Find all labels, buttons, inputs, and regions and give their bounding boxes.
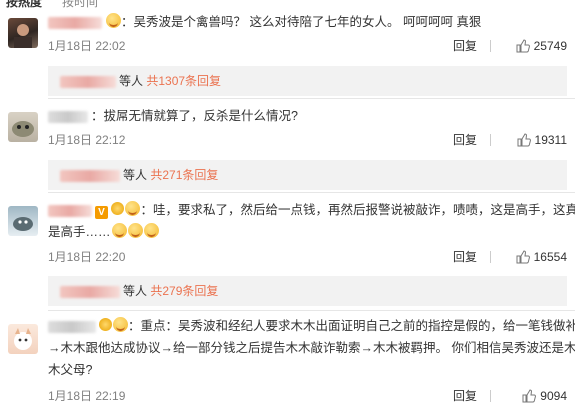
divider (490, 40, 491, 52)
comment-item: ：重点：吴秀波和经纪人要求木木出面证明自己之前的指控是假的，给一笔钱做补偿 →木… (0, 316, 575, 405)
like-count: 9094 (540, 389, 567, 403)
comment-meta: 1月18日 22:20 回复 16554 (48, 247, 567, 267)
comment-text-line: 木父母? (48, 359, 567, 381)
comment-content: ：拔屌无情就算了，反杀是什么情况? (91, 109, 298, 123)
comment-item: ：吴秀波是个禽兽吗？ 这么对待陪了七年的女人。 呵呵呵呵 真狠 1月18日 22… (0, 10, 575, 100)
tab-hot[interactable]: 按热度 (6, 0, 42, 8)
comment-item: V ：哇，要求私了，然后给一点钱，再然后报警说被敲诈，啧啧，这是高手，这真 是高… (0, 198, 575, 308)
comment-content: →木木跟他达成协议→给一部分钱之后提告木木敲诈勒索→木木被羁押。 你们相信吴秀波… (48, 341, 575, 355)
thumbs-up-icon (522, 389, 537, 403)
comment-text-line: 是高手…… (48, 221, 567, 243)
reply-username-blurred (60, 75, 116, 88)
like-count: 19311 (534, 133, 567, 147)
comment-item: ：拔屌无情就算了，反杀是什么情况? 1月18日 22:12 回复 19311 等… (0, 104, 575, 194)
thumbs-up-icon (517, 133, 531, 147)
reply-button[interactable]: 回复 (453, 36, 477, 56)
reply-username-blurred (60, 285, 120, 298)
avatar[interactable] (8, 112, 38, 142)
comment-text: ：吴秀波是个禽兽吗？ 这么对待陪了七年的女人。 呵呵呵呵 真狠 (48, 11, 567, 33)
sub-replies[interactable]: 等人 共1307条回复 (48, 66, 567, 96)
avatar-image (13, 217, 33, 231)
timestamp: 1月18日 22:12 (48, 133, 126, 147)
sub-replies[interactable]: 等人 共271条回复 (48, 160, 567, 190)
username-blurred[interactable] (48, 110, 88, 123)
avatar-image (14, 328, 32, 350)
comment-content: 木父母? (48, 363, 93, 377)
like-count: 25749 (533, 39, 567, 53)
comment-text-line: ：重点：吴秀波和经纪人要求木木出面证明自己之前的指控是假的，给一笔钱做补偿 (48, 315, 575, 337)
divider (48, 98, 575, 99)
like-button[interactable]: 25749 (516, 36, 567, 56)
divider (490, 390, 491, 402)
smile-emoji-icon (111, 223, 127, 238)
avatar[interactable] (8, 206, 38, 236)
like-button[interactable]: 9094 (522, 386, 567, 406)
v-badge-icon: V (95, 206, 108, 219)
more-replies-link[interactable]: 共1307条回复 (146, 74, 221, 88)
sub-replies-label: 等人 (123, 284, 148, 298)
comment-content: ：哇，要求私了，然后给一点钱，再然后报警说被敲诈，啧啧，这是高手，这真 (140, 203, 575, 217)
medal-icon (99, 318, 112, 331)
sub-replies-label: 等人 (123, 168, 148, 182)
comment-meta: 1月18日 22:19 回复 9094 (48, 386, 567, 406)
timestamp: 1月18日 22:20 (48, 250, 126, 264)
like-count: 16554 (533, 250, 567, 264)
sub-replies-label: 等人 (119, 74, 144, 88)
timestamp: 1月18日 22:02 (48, 39, 126, 53)
comment-content: ：重点：吴秀波和经纪人要求木木出面证明自己之前的指控是假的，给一笔钱做补偿 (128, 319, 575, 333)
smile-emoji-icon (125, 201, 141, 216)
sort-tabs: 按热度 按时间 (0, 0, 575, 8)
comment-content: 是高手…… (48, 225, 111, 239)
smile-emoji-icon (113, 317, 128, 332)
tab-time[interactable]: 按时间 (62, 0, 98, 8)
more-replies-link[interactable]: 共279条回复 (150, 284, 218, 298)
reply-button[interactable]: 回复 (453, 130, 477, 150)
username-blurred[interactable] (48, 16, 102, 29)
divider (48, 192, 575, 193)
divider (490, 251, 491, 263)
comment-meta: 1月18日 22:02 回复 25749 (48, 36, 567, 56)
comment-text-line: V ：哇，要求私了，然后给一点钱，再然后报警说被敲诈，啧啧，这是高手，这真 (48, 199, 575, 221)
smile-emoji-icon (106, 13, 121, 28)
thumbs-up-icon (516, 39, 530, 53)
timestamp: 1月18日 22:19 (48, 389, 126, 403)
sub-replies[interactable]: 等人 共279条回复 (48, 276, 567, 306)
smile-emoji-icon (143, 223, 159, 238)
like-button[interactable]: 19311 (517, 130, 567, 150)
comment-meta: 1月18日 22:12 回复 19311 (48, 130, 567, 150)
avatar-image (14, 24, 32, 48)
reply-button[interactable]: 回复 (453, 386, 477, 406)
divider (490, 134, 491, 146)
username-blurred[interactable] (48, 204, 92, 217)
avatar-image (12, 121, 34, 137)
thumbs-up-icon (516, 250, 530, 264)
avatar[interactable] (8, 18, 38, 48)
medal-icon (111, 202, 125, 215)
username-blurred[interactable] (48, 320, 96, 333)
more-replies-link[interactable]: 共271条回复 (150, 168, 218, 182)
smile-emoji-icon (127, 223, 143, 238)
reply-button[interactable]: 回复 (453, 247, 477, 267)
like-button[interactable]: 16554 (516, 247, 567, 267)
comment-text: ：拔屌无情就算了，反杀是什么情况? (48, 105, 567, 127)
comment-text-line: →木木跟他达成协议→给一部分钱之后提告木木敲诈勒索→木木被羁押。 你们相信吴秀波… (48, 337, 575, 359)
comment-content: ：吴秀波是个禽兽吗？ 这么对待陪了七年的女人。 呵呵呵呵 真狠 (121, 15, 482, 29)
divider (48, 310, 575, 311)
reply-username-blurred (60, 169, 120, 182)
avatar[interactable] (8, 324, 38, 354)
